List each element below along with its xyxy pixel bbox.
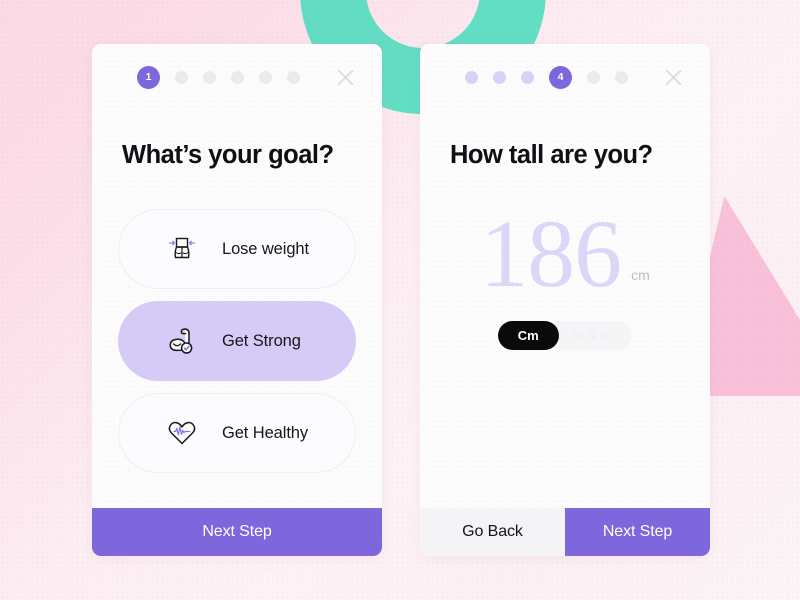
height-value-row: 186 cm xyxy=(446,205,684,301)
card-footer-height: Go Back Next Step xyxy=(420,508,710,556)
goal-option-get-healthy[interactable]: Get Healthy xyxy=(118,393,356,473)
stepper-goal: 1 xyxy=(118,44,356,104)
next-step-button[interactable]: Next Step xyxy=(92,508,382,556)
page-title-goal: What’s your goal? xyxy=(122,141,334,169)
waist-measure-icon xyxy=(163,230,201,268)
step-dot-4[interactable] xyxy=(231,70,244,84)
goal-option-label: Lose weight xyxy=(222,239,309,258)
next-step-button[interactable]: Next Step xyxy=(565,508,710,556)
go-back-button[interactable]: Go Back xyxy=(420,508,565,556)
onboarding-card-goal: 1 What’s your goal? Lose weight Get Stro… xyxy=(92,44,382,556)
card-footer-goal: Next Step xyxy=(92,508,382,556)
step-dots-goal: 1 xyxy=(118,65,332,89)
step-dot-1[interactable] xyxy=(465,70,478,84)
goal-option-label: Get Healthy xyxy=(222,423,309,442)
step-dots-height: 4 xyxy=(446,65,660,89)
heart-pulse-icon xyxy=(163,414,201,452)
height-display: 186 cm Ft & In Cm xyxy=(446,170,684,508)
step-dot-6[interactable] xyxy=(615,70,628,84)
step-dot-5[interactable] xyxy=(587,70,600,84)
onboarding-card-height: 4 How tall are you? 186 cm Ft & In Cm Go… xyxy=(420,44,710,556)
height-value[interactable]: 186 xyxy=(480,205,622,301)
goal-option-lose-weight[interactable]: Lose weight xyxy=(118,209,356,289)
goal-options-list: Lose weight Get Strong Get Healthy xyxy=(118,209,356,473)
unit-toggle: Ft & In Cm xyxy=(497,321,633,351)
step-dot-3[interactable] xyxy=(203,70,216,84)
goal-option-get-strong[interactable]: Get Strong xyxy=(118,301,356,381)
step-dot-3[interactable] xyxy=(521,70,534,84)
step-dot-5[interactable] xyxy=(259,70,272,84)
step-dot-1[interactable]: 1 xyxy=(137,65,160,89)
close-icon[interactable] xyxy=(660,64,686,90)
step-dot-4[interactable]: 4 xyxy=(549,65,572,89)
step-dot-6[interactable] xyxy=(287,70,300,84)
height-unit-label: cm xyxy=(631,267,650,284)
step-dot-2[interactable] xyxy=(493,70,506,84)
step-dot-2[interactable] xyxy=(175,70,188,84)
unit-option-cm[interactable]: Cm xyxy=(497,321,559,351)
page-title-height: How tall are you? xyxy=(450,141,653,169)
goal-option-label: Get Strong xyxy=(222,331,301,350)
close-icon[interactable] xyxy=(332,64,358,90)
stepper-height: 4 xyxy=(446,44,684,104)
flexed-bicep-icon xyxy=(163,322,201,360)
